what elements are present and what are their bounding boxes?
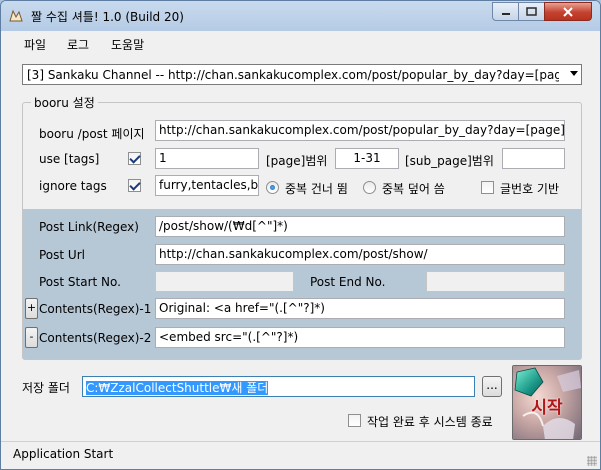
- app-icon: [9, 9, 23, 22]
- contents2-label: Contents(Regex)-2: [39, 331, 152, 345]
- save-folder-label: 저장 폴더: [22, 381, 70, 395]
- browse-folder-button[interactable]: ...: [482, 376, 502, 397]
- maximize-icon: [526, 7, 537, 16]
- shutdown-label[interactable]: 작업 완료 후 시스템 종료: [367, 413, 493, 430]
- post-page-input[interactable]: http://chan.sankakucomplex.com/post/popu…: [155, 120, 565, 141]
- start-button-label: 시작: [531, 398, 563, 418]
- use-tags-checkbox[interactable]: [128, 152, 141, 165]
- sub-page-label: [sub_page]범위: [405, 154, 494, 168]
- contents1-input[interactable]: Original: <a href="(.[^"?]*): [155, 298, 565, 319]
- window-title: 짤 수집 셔틀! 1.0 (Build 20): [31, 10, 184, 24]
- post-page-label: booru /post 페이지: [39, 127, 145, 141]
- post-link-label: Post Link(Regex): [39, 220, 139, 234]
- post-link-input[interactable]: /post/show/(₩d[^"]*): [155, 216, 565, 237]
- dup-overwrite-label[interactable]: 중복 덮어 씀: [382, 180, 445, 197]
- booru-settings-title: booru 설정: [31, 94, 98, 111]
- page-range-label: [page]범위: [266, 154, 328, 168]
- dup-skip-radio[interactable]: [266, 181, 279, 194]
- ignore-tags-input[interactable]: furry,tentacles,be: [155, 175, 259, 196]
- add-contents-button[interactable]: +: [25, 298, 38, 319]
- ignore-tags-checkbox[interactable]: [128, 179, 141, 192]
- minimize-button[interactable]: [492, 2, 519, 21]
- ignore-tags-label: ignore tags: [39, 179, 107, 193]
- page-range-input[interactable]: 1-31: [335, 148, 399, 169]
- post-number-label[interactable]: 글번호 기반: [500, 180, 559, 197]
- app-window: 짤 수집 셔틀! 1.0 (Build 20) 파일 로그 도움말 [3] Sa…: [0, 0, 601, 470]
- menu-log[interactable]: 로그: [67, 36, 89, 53]
- save-folder-input[interactable]: C:₩ZzalCollectShuttle₩새 폴더: [82, 376, 475, 397]
- title-bar[interactable]: 짤 수집 셔틀! 1.0 (Build 20): [1, 1, 600, 31]
- sub-page-input[interactable]: [502, 148, 565, 169]
- close-button[interactable]: [544, 2, 592, 21]
- chevron-down-icon: [570, 71, 578, 76]
- use-tags-label: use [tags]: [39, 152, 100, 166]
- dup-overwrite-radio[interactable]: [363, 181, 376, 194]
- post-end-label: Post End No.: [310, 275, 386, 289]
- contents1-label: Contents(Regex)-1: [39, 302, 152, 316]
- remove-contents-button[interactable]: -: [25, 327, 38, 348]
- post-end-input: [426, 271, 565, 292]
- menu-help[interactable]: 도움말: [111, 36, 144, 53]
- shutdown-checkbox[interactable]: [348, 414, 361, 427]
- dup-skip-label[interactable]: 중복 건너 뜀: [285, 180, 348, 197]
- maximize-button[interactable]: [518, 2, 545, 21]
- post-number-checkbox[interactable]: [481, 181, 494, 194]
- post-url-label: Post Url: [39, 248, 85, 262]
- tags-input[interactable]: 1: [155, 148, 259, 169]
- contents2-input[interactable]: <embed src="(.[^"?]*): [155, 327, 565, 348]
- menu-bar: 파일 로그 도움말: [1, 31, 600, 56]
- site-select[interactable]: [3] Sankaku Channel -- http://chan.sanka…: [22, 64, 582, 85]
- minimize-icon: [501, 12, 510, 15]
- resize-grip-icon[interactable]: [587, 456, 597, 466]
- post-start-input: [155, 271, 294, 292]
- status-bar: Application Start: [1, 441, 600, 469]
- site-select-value: [3] Sankaku Channel -- http://chan.sanka…: [27, 68, 559, 82]
- save-folder-path: C:₩ZzalCollectShuttle₩새 폴더: [86, 381, 269, 395]
- menu-file[interactable]: 파일: [24, 36, 46, 53]
- status-text: Application Start: [13, 447, 114, 461]
- start-button[interactable]: 시작: [512, 365, 582, 440]
- close-icon: [563, 6, 573, 17]
- post-start-label: Post Start No.: [39, 275, 121, 289]
- post-url-input[interactable]: http://chan.sankakucomplex.com/post/show…: [155, 244, 565, 265]
